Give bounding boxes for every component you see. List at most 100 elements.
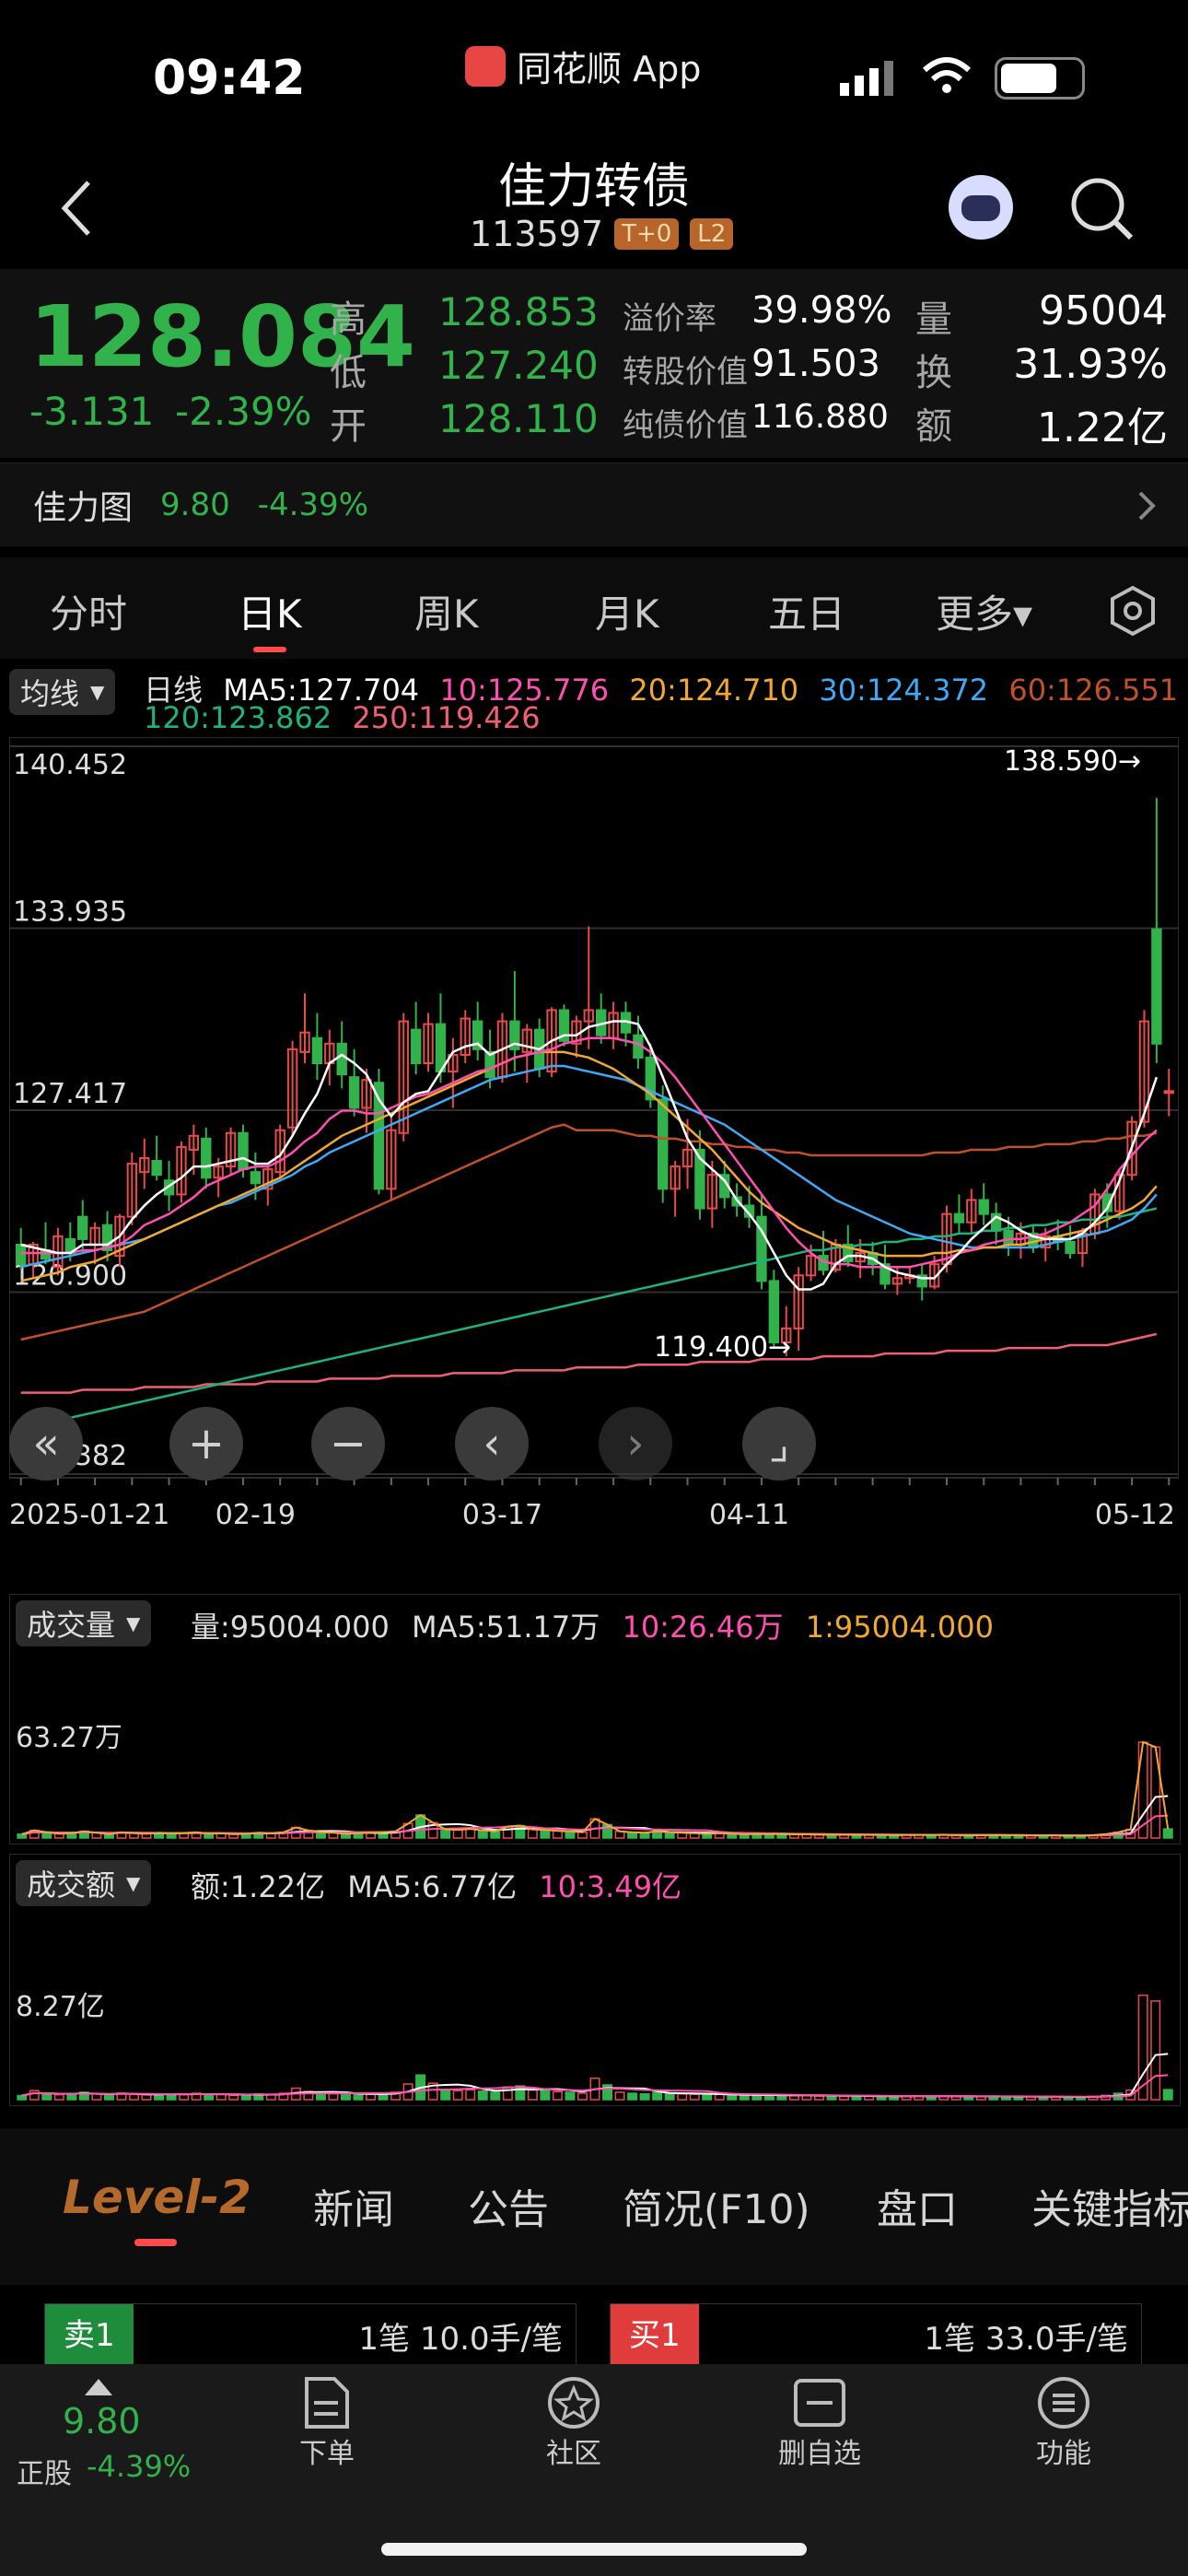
price-change-pct: -2.39% bbox=[175, 389, 312, 434]
candle-body bbox=[978, 1199, 989, 1215]
x-tick-label: 2025-01-21 bbox=[9, 1499, 169, 1531]
ma20-line bbox=[20, 1050, 1158, 1282]
search-icon[interactable] bbox=[1068, 175, 1135, 241]
quote-panel: 128.084 -3.131 -2.39% 高 低 开 128.853 127.… bbox=[0, 269, 1188, 458]
tab-level2[interactable]: Level-2 bbox=[63, 2171, 251, 2246]
amt-legend-ma5: MA5:6.77亿 bbox=[347, 1869, 518, 1904]
price-change: -3.131 bbox=[29, 389, 155, 434]
fullscreen-icon[interactable]: ⌟ bbox=[742, 1407, 816, 1481]
sell1-row: 卖1 1笔 10.0手/笔 bbox=[44, 2303, 577, 2366]
y-tick-label: 140.452 bbox=[13, 749, 127, 781]
candle-body bbox=[1151, 928, 1162, 1045]
vol-legend-ma5: MA5:51.17万 bbox=[412, 1610, 600, 1645]
status-app: 同花顺 App bbox=[465, 41, 701, 91]
volume-bar bbox=[627, 2092, 638, 2101]
sell1-text: 1笔 10.0手/笔 bbox=[358, 2321, 563, 2358]
amount-label: 额 bbox=[915, 405, 952, 448]
related-price: 9.80 bbox=[160, 486, 230, 523]
zoom-out-icon[interactable]: − bbox=[311, 1407, 385, 1481]
volume-bar bbox=[465, 1828, 476, 1839]
volume-bar bbox=[763, 2094, 775, 2101]
t0-badge: T+0 bbox=[614, 218, 680, 250]
volume-bar bbox=[689, 2093, 700, 2101]
turnover-value: 31.93% bbox=[1013, 341, 1168, 388]
buy1-label: 买1 bbox=[611, 2304, 699, 2365]
ma250-line bbox=[20, 1332, 1158, 1394]
x-tick-label: 02-19 bbox=[215, 1499, 296, 1531]
candle-body bbox=[151, 1160, 162, 1177]
ma5-line bbox=[21, 1795, 1169, 1837]
tab-monthly-k[interactable]: 月K bbox=[595, 583, 659, 639]
amt-legend-ma10: 10:3.49亿 bbox=[539, 1869, 682, 1904]
tab-daily-k[interactable]: 日K bbox=[238, 583, 302, 652]
amount-indicator-select[interactable]: 成交额 ▼ bbox=[16, 1860, 152, 1906]
volume-bar bbox=[527, 1828, 538, 1839]
volume-bar bbox=[240, 2094, 251, 2101]
volume-bar bbox=[452, 2090, 463, 2101]
volume-bar bbox=[353, 2093, 364, 2101]
premium-value: 39.98% bbox=[751, 289, 892, 332]
ma250-value: 250:119.426 bbox=[352, 700, 541, 735]
candle-body bbox=[348, 1076, 360, 1109]
tab-key-metrics[interactable]: 关键指标 bbox=[1031, 2176, 1188, 2235]
tab-orderbook[interactable]: 盘口 bbox=[877, 2176, 958, 2235]
ma30-line bbox=[20, 1064, 1158, 1269]
bond-code: 113597 bbox=[470, 214, 604, 254]
chart-tabs: 分时 日K 周K 月K 五日 更多▾ bbox=[0, 557, 1188, 659]
volume-bar bbox=[565, 2091, 576, 2101]
vol-value: 95004 bbox=[1039, 287, 1168, 334]
candle-body bbox=[1003, 1229, 1014, 1246]
candle-body bbox=[435, 1023, 447, 1073]
high-label: 高 bbox=[330, 299, 367, 341]
related-stock-row[interactable]: 佳力图 9.80 -4.39% bbox=[0, 463, 1188, 546]
open-label: 开 bbox=[330, 405, 367, 448]
volume-bar bbox=[652, 2091, 663, 2101]
volume-bar bbox=[328, 2092, 339, 2101]
pan-right-icon[interactable]: › bbox=[599, 1407, 672, 1481]
y-tick-label: 127.417 bbox=[13, 1078, 127, 1110]
zoom-in-icon[interactable]: + bbox=[169, 1407, 243, 1481]
remove-watchlist-button[interactable]: 删自选 bbox=[764, 2375, 875, 2471]
volume-bar bbox=[17, 1833, 28, 1839]
tab-weekly-k[interactable]: 周K bbox=[414, 583, 479, 639]
ma5-line bbox=[21, 2053, 1169, 2098]
robot-avatar-icon[interactable] bbox=[949, 175, 1013, 240]
l2-badge: L2 bbox=[690, 218, 734, 250]
tab-fenshi[interactable]: 分时 bbox=[50, 583, 127, 639]
low-value: 127.240 bbox=[438, 343, 599, 388]
volume-bar bbox=[614, 2091, 625, 2101]
underlying-label: 正股 bbox=[17, 2458, 72, 2490]
tab-five-day[interactable]: 五日 bbox=[768, 583, 845, 639]
volume-bar bbox=[440, 1828, 451, 1839]
ma-legend: 均线 ▼ 日线 MA5:127.704 10:125.776 20:124.710… bbox=[0, 663, 1188, 735]
volume-bar bbox=[103, 2094, 114, 2101]
tab-more[interactable]: 更多▾ bbox=[936, 583, 1032, 639]
tab-announcement[interactable]: 公告 bbox=[468, 2176, 549, 2235]
volume-bar bbox=[577, 2092, 588, 2101]
community-button[interactable]: 社区 bbox=[523, 2375, 624, 2471]
tab-profile-f10[interactable]: 简况(F10) bbox=[623, 2176, 810, 2235]
pan-left-icon[interactable]: ‹ bbox=[455, 1407, 529, 1481]
vol-label: 量 bbox=[915, 299, 952, 341]
tab-news[interactable]: 新闻 bbox=[313, 2176, 394, 2235]
low-label: 低 bbox=[330, 352, 367, 394]
volume-bar bbox=[1162, 1828, 1173, 1839]
ma-mode-select[interactable]: 均线 ▼ bbox=[9, 669, 116, 715]
volume-indicator-select[interactable]: 成交量 ▼ bbox=[16, 1600, 152, 1646]
candle-body bbox=[238, 1131, 249, 1171]
y-tick-label: 133.935 bbox=[13, 896, 127, 928]
underlying-price: 9.80 bbox=[63, 2401, 141, 2441]
candle-body bbox=[311, 1036, 323, 1064]
volume-bar bbox=[540, 2090, 551, 2101]
underlying-stock[interactable]: 9.80 正股 -4.39% bbox=[17, 2373, 201, 2512]
vol-legend-vol: 量:95004.000 bbox=[191, 1610, 390, 1645]
info-tabs: Level-2 新闻 公告 简况(F10) 盘口 关键指标 bbox=[0, 2128, 1188, 2285]
vol-legend-1: 1:95004.000 bbox=[805, 1610, 994, 1645]
order-button[interactable]: 下单 bbox=[276, 2375, 378, 2471]
turnover-label: 换 bbox=[915, 352, 952, 394]
volume-bar bbox=[552, 2090, 563, 2101]
collapse-left-icon[interactable]: « bbox=[9, 1407, 83, 1481]
hexagon-settings-icon[interactable] bbox=[1107, 585, 1159, 637]
functions-button[interactable]: 功能 bbox=[1013, 2375, 1114, 2471]
volume-bar bbox=[41, 2093, 52, 2101]
